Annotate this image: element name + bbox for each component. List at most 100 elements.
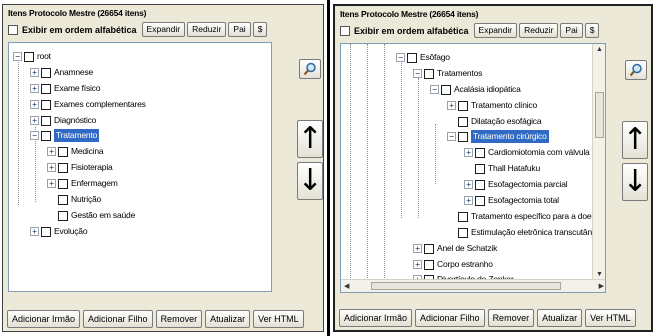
scroll-up-icon[interactable]: ▲	[596, 46, 603, 53]
collapse-icon[interactable]: −	[30, 131, 39, 140]
move-up-button[interactable]: ↑	[622, 121, 648, 159]
collapse-icon[interactable]: −	[13, 52, 22, 61]
remove-button[interactable]: Remover	[487, 309, 535, 327]
node-checkbox[interactable]	[458, 131, 468, 142]
tree-node[interactable]: + Diagnóstico	[30, 114, 96, 127]
expand-icon[interactable]: +	[413, 244, 422, 253]
remove-button[interactable]: Remover	[155, 310, 203, 328]
scroll-right-icon[interactable]: ▶	[599, 282, 604, 290]
tree-node[interactable]: + Esofagectomia total	[464, 194, 559, 207]
add-child-button[interactable]: Adicionar Filho	[415, 309, 485, 327]
dollar-button[interactable]: $	[252, 22, 268, 37]
tree-node[interactable]: Tratamento específico para a doença	[447, 210, 605, 223]
expand-button[interactable]: Expandir	[473, 23, 518, 38]
move-down-button[interactable]: ↓	[622, 163, 648, 201]
node-checkbox[interactable]	[58, 178, 68, 189]
tree-node-root[interactable]: − root	[13, 50, 51, 63]
node-checkbox[interactable]	[407, 52, 417, 63]
tree-node[interactable]: + Anamnese	[30, 66, 93, 79]
node-checkbox[interactable]	[475, 179, 485, 190]
tree-node[interactable]: + Anel de Schatzik	[413, 242, 497, 255]
tree-node[interactable]: − Esôfago	[396, 51, 450, 64]
tree-node[interactable]: − Tratamentos	[413, 67, 482, 80]
expand-icon[interactable]: +	[30, 116, 39, 125]
node-checkbox[interactable]	[58, 162, 68, 173]
tree-node[interactable]: Estimulação eletrônica transcutânea	[447, 226, 601, 239]
node-checkbox[interactable]	[458, 227, 468, 238]
reduce-button[interactable]: Reduzir	[187, 22, 227, 37]
tree-node[interactable]: − Acalásia idiopática	[430, 83, 521, 96]
update-button[interactable]: Atualizar	[537, 309, 583, 327]
parent-button[interactable]: Pai	[560, 23, 583, 38]
node-checkbox[interactable]	[458, 100, 468, 111]
horizontal-scrollbar[interactable]: ◀ ▶	[341, 279, 605, 292]
node-checkbox[interactable]	[441, 84, 451, 95]
scroll-left-icon[interactable]: ◀	[344, 282, 349, 290]
expand-icon[interactable]: +	[447, 101, 456, 110]
move-up-button[interactable]: ↑	[297, 120, 323, 158]
node-checkbox[interactable]	[41, 115, 51, 126]
search-button[interactable]	[625, 60, 647, 80]
search-button[interactable]	[299, 59, 321, 79]
expand-icon[interactable]: +	[464, 148, 473, 157]
expand-icon[interactable]: +	[30, 227, 39, 236]
tree-node[interactable]: + Corpo estranho	[413, 258, 493, 271]
tree-node[interactable]: + Medicina	[47, 145, 104, 158]
scroll-down-icon[interactable]: ▼	[596, 271, 603, 278]
node-checkbox[interactable]	[58, 194, 68, 205]
node-checkbox[interactable]	[41, 226, 51, 237]
node-checkbox[interactable]	[424, 259, 434, 270]
node-checkbox[interactable]	[58, 146, 68, 157]
collapse-icon[interactable]: −	[447, 132, 456, 141]
tree-node[interactable]: + Evolução	[30, 225, 88, 238]
expand-button[interactable]: Expandir	[141, 22, 186, 37]
tree-node-selected[interactable]: − Tratamento cirúrgico	[447, 130, 549, 143]
update-button[interactable]: Atualizar	[205, 310, 251, 328]
node-checkbox[interactable]	[24, 51, 34, 62]
view-html-button[interactable]: Ver HTML	[585, 309, 636, 327]
tree-node[interactable]: Dilatação esofágica	[447, 115, 542, 128]
expand-icon[interactable]: +	[47, 163, 56, 172]
node-checkbox[interactable]	[424, 68, 434, 79]
parent-button[interactable]: Pai	[228, 22, 251, 37]
tree-view[interactable]: − root + Anamnese + Exame físico + Exame…	[8, 42, 272, 292]
expand-icon[interactable]: +	[464, 180, 473, 189]
node-checkbox[interactable]	[41, 67, 51, 78]
node-checkbox[interactable]	[458, 116, 468, 127]
node-checkbox[interactable]	[41, 99, 51, 110]
add-sibling-button[interactable]: Adicionar Irmão	[7, 310, 81, 328]
node-checkbox[interactable]	[475, 195, 485, 206]
view-html-button[interactable]: Ver HTML	[253, 310, 304, 328]
expand-icon[interactable]: +	[413, 260, 422, 269]
node-checkbox[interactable]	[424, 243, 434, 254]
tree-node[interactable]: + Exames complementares	[30, 98, 146, 111]
node-checkbox[interactable]	[41, 83, 51, 94]
expand-icon[interactable]: +	[47, 147, 56, 156]
node-checkbox[interactable]	[475, 163, 485, 174]
collapse-icon[interactable]: −	[396, 53, 405, 62]
node-checkbox[interactable]	[58, 210, 68, 221]
add-sibling-button[interactable]: Adicionar Irmão	[339, 309, 413, 327]
tree-node[interactable]: + Enfermagem	[47, 177, 118, 190]
reduce-button[interactable]: Reduzir	[519, 23, 559, 38]
vertical-scrollbar[interactable]: ▲ ▼	[592, 44, 605, 280]
node-checkbox[interactable]	[475, 147, 485, 158]
tree-node[interactable]: Nutrição	[47, 193, 101, 206]
alphabetical-checkbox[interactable]	[8, 24, 18, 35]
dollar-button[interactable]: $	[584, 23, 600, 38]
expand-icon[interactable]: +	[30, 100, 39, 109]
expand-icon[interactable]: +	[30, 68, 39, 77]
tree-node[interactable]: Thall Hatafuku	[464, 162, 540, 175]
add-child-button[interactable]: Adicionar Filho	[83, 310, 153, 328]
tree-node-selected[interactable]: − Tratamento	[30, 129, 100, 142]
tree-node[interactable]: + Exame físico	[30, 82, 100, 95]
scroll-thumb[interactable]	[371, 282, 561, 290]
scroll-thumb[interactable]	[595, 92, 604, 138]
node-checkbox[interactable]	[41, 130, 51, 141]
tree-node[interactable]: + Esofagectomia parcial	[464, 178, 568, 191]
expand-icon[interactable]: +	[30, 84, 39, 93]
tree-view[interactable]: − Esôfago − Tratamentos − Acalásia idiop…	[340, 43, 606, 293]
move-down-button[interactable]: ↓	[297, 162, 323, 200]
node-checkbox[interactable]	[458, 211, 468, 222]
tree-node[interactable]: + Tratamento clínico	[447, 99, 537, 112]
